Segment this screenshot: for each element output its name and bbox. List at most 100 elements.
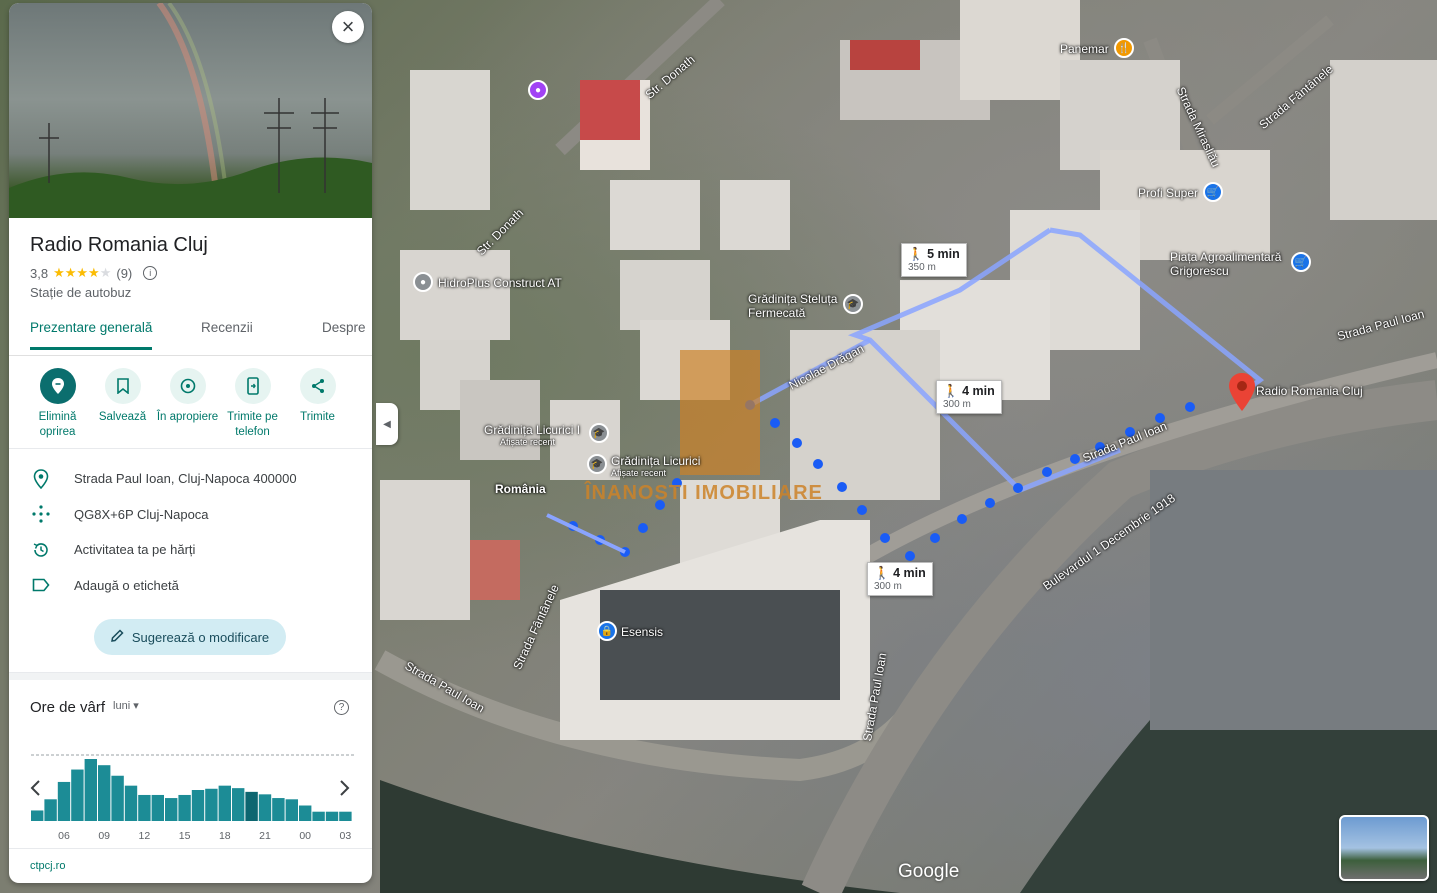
school-icon[interactable]: 🎓 [843, 294, 863, 314]
peak-bar[interactable] [31, 810, 44, 821]
save-button[interactable]: Salvează [90, 368, 155, 448]
building [400, 250, 510, 340]
suggest-edit-button[interactable]: Sugerează o modificare [94, 619, 286, 655]
poi-label[interactable]: HidroPlus Construct AT [438, 276, 562, 290]
peak-bar[interactable] [84, 759, 97, 821]
help-icon[interactable]: ? [334, 700, 349, 715]
send-to-phone-button[interactable]: Trimite pe telefon [220, 368, 285, 448]
peak-hours-chart: 06 09 12 15 18 21 00 03 [9, 716, 372, 856]
school-icon[interactable]: 🎓 [587, 454, 607, 474]
remove-stop-button[interactable]: Elimină oprirea [25, 368, 90, 448]
pin-remove-icon [39, 368, 76, 404]
place-category[interactable]: Stație de autobuz [9, 281, 372, 300]
school-icon[interactable]: 🎓 [589, 423, 609, 443]
peak-bar[interactable] [245, 791, 258, 821]
peak-bar[interactable] [98, 765, 111, 821]
peak-bar[interactable] [339, 811, 352, 821]
hour-tick-label: 12 [139, 830, 151, 842]
peak-bar[interactable] [312, 811, 325, 821]
action-label: În apropiere [156, 411, 219, 423]
chevron-left-icon[interactable] [30, 780, 40, 796]
place-tabs: Prezentare generală Recenzii Despre [9, 320, 372, 356]
building [1330, 60, 1437, 220]
review-count[interactable]: (9) [116, 266, 132, 281]
maps-activity-row[interactable]: Activitatea ta pe hărți [9, 532, 372, 568]
peak-bar[interactable] [178, 794, 191, 821]
peak-bar[interactable] [165, 798, 178, 821]
info-icon[interactable]: i [143, 266, 158, 280]
collapse-panel-button[interactable]: ◀ [376, 403, 398, 445]
building [610, 180, 700, 250]
place-icon[interactable]: ● [528, 80, 548, 100]
building [720, 180, 790, 250]
peak-bar[interactable] [299, 805, 312, 822]
chevron-right-icon[interactable] [340, 780, 350, 796]
poi-label[interactable]: Grădinița Licurici I [484, 423, 580, 437]
hour-tick-label: 09 [98, 830, 110, 842]
poi-label[interactable]: Esensis [621, 625, 663, 639]
walk-time-box[interactable]: 🚶 4 min 300 m [867, 562, 933, 596]
location-pin-icon [31, 468, 51, 489]
peak-bar[interactable] [218, 785, 231, 821]
peak-bar[interactable] [205, 788, 218, 821]
tab-about[interactable]: Despre [322, 320, 366, 347]
peak-bar[interactable] [138, 794, 151, 821]
peak-bar[interactable] [258, 794, 272, 821]
lock-icon[interactable]: 🔒 [597, 621, 617, 641]
walk-time-box[interactable]: 🚶 5 min 350 m [901, 243, 967, 277]
poi-label[interactable]: Panemar [1060, 42, 1109, 56]
address-row[interactable]: Strada Paul Ioan, Cluj-Napoca 400000 [9, 461, 372, 497]
add-label-row[interactable]: Adaugă o etichetă [9, 568, 372, 604]
peak-hours-title: Ore de vârf [30, 699, 106, 716]
tab-reviews[interactable]: Recenzii [201, 320, 253, 347]
red-pin-icon[interactable] [1229, 373, 1255, 411]
peak-bar[interactable] [151, 794, 164, 821]
building [460, 380, 540, 460]
peak-bar[interactable] [325, 811, 339, 821]
peak-bar[interactable] [191, 790, 205, 821]
pencil-icon [110, 629, 124, 645]
share-button[interactable]: Trimite [285, 368, 350, 448]
shopping-cart-icon[interactable]: 🛒 [1291, 252, 1311, 272]
poi-label[interactable]: Piața Agroalimentară Grigorescu [1170, 250, 1290, 278]
peak-bar[interactable] [44, 799, 57, 821]
google-logo: Google [898, 861, 960, 882]
tab-overview[interactable]: Prezentare generală [30, 320, 153, 350]
close-button[interactable]: × [332, 11, 364, 43]
peak-bar[interactable] [285, 799, 298, 821]
walk-distance: 300 m [874, 581, 902, 592]
parking-lot [600, 590, 840, 700]
peak-bar[interactable] [232, 788, 245, 821]
place-photo[interactable]: × [9, 3, 372, 218]
history-icon [31, 540, 51, 560]
peak-bar[interactable] [57, 781, 71, 821]
poi-label[interactable]: Radio Romania Cluj [1256, 384, 1363, 398]
restaurant-icon[interactable]: 🍴 [1114, 38, 1134, 58]
peak-bar[interactable] [272, 798, 285, 821]
walk-time-box[interactable]: 🚶 4 min 300 m [936, 380, 1002, 414]
poi-label[interactable]: Grădinița Steluța Fermecată [748, 292, 843, 320]
place-panel: × Radio Romania Cluj 3,8 ★★★★★ (9) i Sta… [9, 3, 372, 883]
poi-label[interactable]: Grădinița Licurici [611, 454, 700, 468]
rating-row[interactable]: 3,8 ★★★★★ (9) i [9, 257, 372, 281]
walk-distance: 350 m [908, 262, 936, 273]
info-rows: Strada Paul Ioan, Cluj-Napoca 400000 QG8… [9, 449, 372, 603]
hour-tick-label: 03 [340, 830, 352, 842]
peak-bar[interactable] [111, 775, 124, 821]
shopping-cart-icon[interactable]: 🛒 [1203, 182, 1223, 202]
website-link[interactable]: ctpcj.ro [30, 860, 65, 872]
footer-divider [9, 848, 372, 849]
action-label: Elimină oprirea [38, 411, 77, 438]
place-icon[interactable]: ● [413, 272, 433, 292]
close-icon: × [341, 14, 355, 39]
day-selector[interactable]: luni ▾ [113, 699, 139, 712]
street-view-thumbnail[interactable] [1339, 815, 1429, 881]
poi-label[interactable]: România [495, 482, 546, 496]
nearby-button[interactable]: În apropiere [155, 368, 220, 448]
poi-label[interactable]: Profi Super [1138, 186, 1198, 200]
plus-code-row[interactable]: QG8X+6P Cluj-Napoca [9, 497, 372, 533]
peak-bar[interactable] [71, 769, 84, 821]
place-title: Radio Romania Cluj [30, 234, 208, 256]
peak-bar[interactable] [124, 785, 138, 821]
building [380, 480, 470, 620]
